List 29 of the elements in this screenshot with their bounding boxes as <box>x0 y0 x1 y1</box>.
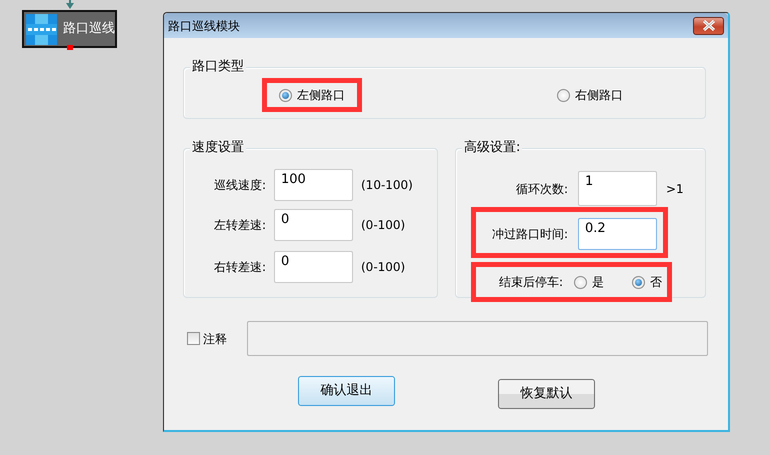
range-hint: (0-100) <box>361 217 406 234</box>
dialog-button[interactable]: 恢复默认 <box>498 379 595 409</box>
field-label: 右转差速: <box>212 259 266 276</box>
window-title: 路口巡线模块 <box>168 18 240 34</box>
flow-node[interactable]: 路口巡线 <box>22 10 117 48</box>
radio-option[interactable]: 右侧路口 <box>557 86 623 104</box>
range-hint: (10-100) <box>361 177 413 194</box>
field-label: 循环次数: <box>514 180 568 198</box>
crossroad-icon <box>26 14 57 44</box>
radio-option[interactable]: 左侧路口 <box>279 86 345 104</box>
input-field[interactable]: 0 <box>274 251 353 283</box>
connector-arrow <box>66 0 74 9</box>
field-label: 巡线速度: <box>212 177 266 194</box>
port-marker <box>67 45 73 50</box>
range-hint: (0-100) <box>361 259 406 276</box>
node-label: 路口巡线 <box>63 20 115 38</box>
range-hint: >1 <box>666 180 684 198</box>
input-field[interactable]: 0.2 <box>578 218 657 250</box>
field-label: 结束后停车: <box>498 274 563 291</box>
field-label: 左转差速: <box>212 217 266 234</box>
field-label: 冲过路口时间: <box>490 226 568 243</box>
input-field[interactable]: 100 <box>274 169 353 201</box>
close-button[interactable] <box>693 16 724 34</box>
input-field[interactable]: 0 <box>274 209 353 241</box>
close-icon <box>702 20 716 31</box>
input-field[interactable]: 1 <box>578 171 657 206</box>
radio-option[interactable]: 否 <box>632 273 662 291</box>
radio-option[interactable]: 是 <box>574 273 604 291</box>
dialog-button[interactable]: 确认退出 <box>298 376 395 406</box>
